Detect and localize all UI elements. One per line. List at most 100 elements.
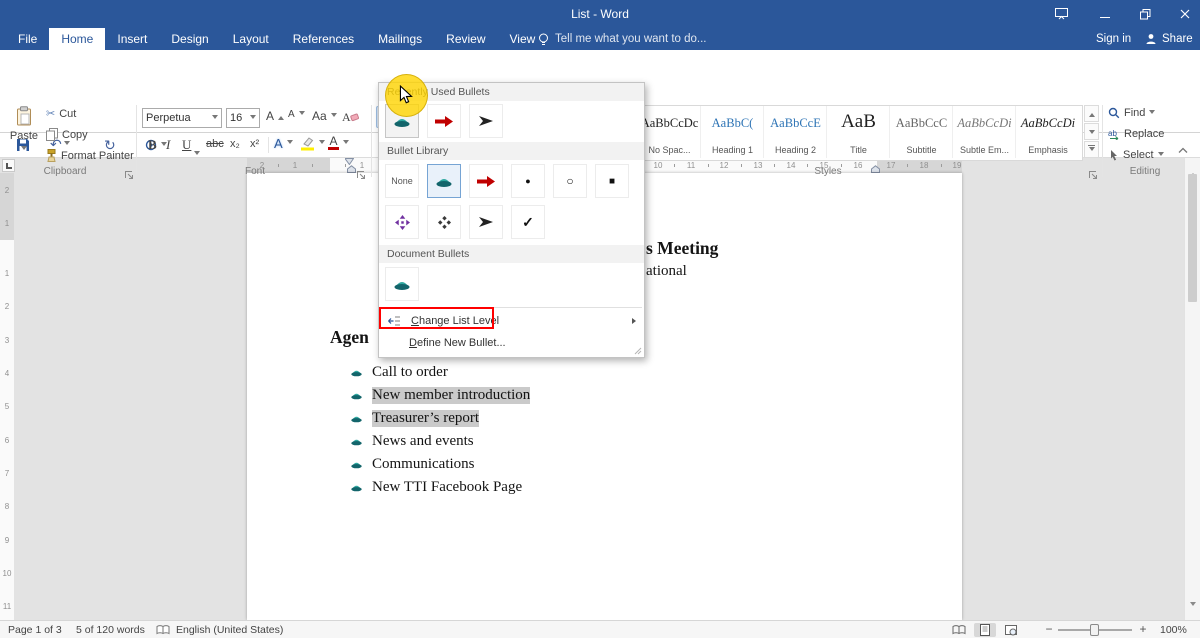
bullet-option-black-arrow[interactable] <box>469 205 503 239</box>
list-item-text[interactable]: Communications <box>372 456 475 473</box>
zoom-in-button[interactable]: + <box>1136 622 1150 638</box>
collapse-ribbon-button[interactable] <box>1178 141 1188 159</box>
sign-in-button[interactable]: Sign in <box>1096 28 1131 50</box>
style-title[interactable]: AaB Title <box>828 106 890 158</box>
menu-item-change-list-level[interactable]: Change List Level <box>379 310 644 331</box>
styles-dialog-launcher[interactable] <box>1088 167 1098 185</box>
style-no-spacing[interactable]: AaBbCcDc No Spac... <box>639 106 701 158</box>
list-item[interactable]: Communications <box>350 453 475 475</box>
grow-font-button[interactable]: A <box>266 109 284 123</box>
styles-more-button[interactable] <box>1084 141 1099 158</box>
vertical-ruler[interactable]: 2 1 1 2 3 4 5 6 7 8 9 10 11 <box>0 173 14 620</box>
format-painter-button[interactable]: Format Painter <box>46 149 134 162</box>
bullet-option-picture[interactable] <box>427 164 461 198</box>
first-line-indent-marker[interactable] <box>345 158 354 165</box>
list-item[interactable]: Call to order <box>350 361 448 383</box>
cut-button[interactable]: ✂ Cut <box>46 107 76 120</box>
superscript-button[interactable]: x² <box>250 138 259 150</box>
scrollbar-down-arrow[interactable] <box>1190 596 1196 614</box>
change-case-button[interactable]: Aa <box>312 109 337 123</box>
tell-me-box[interactable]: Tell me what you want to do... <box>538 28 707 50</box>
text-effects-button[interactable]: A <box>274 136 293 151</box>
menu-item-define-new-bullet[interactable]: Define New Bullet... <box>379 332 644 353</box>
font-dialog-launcher[interactable] <box>356 167 366 185</box>
vertical-scrollbar[interactable] <box>1184 158 1200 620</box>
bullet-option-picture-document[interactable] <box>385 267 419 301</box>
bold-button[interactable]: B <box>148 137 157 153</box>
styles-scroll-down-button[interactable] <box>1084 123 1099 140</box>
italic-button[interactable]: I <box>166 137 170 153</box>
styles-scroll-up-button[interactable] <box>1084 105 1099 122</box>
tab-home[interactable]: Home <box>49 28 105 50</box>
bullet-option-four-arrows[interactable] <box>385 205 419 239</box>
language-indicator[interactable]: English (United States) <box>176 624 283 636</box>
tab-layout[interactable]: Layout <box>221 28 281 50</box>
web-layout-button[interactable] <box>1000 623 1022 637</box>
list-item[interactable]: New TTI Facebook Page <box>350 476 522 498</box>
read-mode-button[interactable] <box>948 623 970 637</box>
strikethrough-button[interactable]: abc <box>206 138 224 150</box>
bullet-option-diamonds[interactable] <box>427 205 461 239</box>
tab-file[interactable]: File <box>6 28 49 50</box>
style-heading-1[interactable]: AaBbC( Heading 1 <box>702 106 764 158</box>
bullet-option-red-arrow[interactable] <box>469 164 503 198</box>
clipboard-dialog-launcher[interactable] <box>124 167 134 185</box>
font-family-combobox[interactable]: Perpetua <box>142 108 222 128</box>
bullet-option-filled-square[interactable]: ■ <box>595 164 629 198</box>
resize-gripper-icon[interactable] <box>634 347 642 355</box>
underline-dropdown-arrow[interactable] <box>194 145 200 163</box>
page-indicator[interactable]: Page 1 of 3 <box>8 624 62 636</box>
shrink-font-button[interactable]: A <box>288 109 305 120</box>
bullet-option-picture-recent[interactable] <box>385 104 419 138</box>
select-button[interactable]: Select <box>1108 149 1164 161</box>
zoom-percentage[interactable]: 100% <box>1160 624 1187 636</box>
bullet-option-checkmark[interactable]: ✓ <box>511 205 545 239</box>
paste-button[interactable]: Paste <box>8 106 40 164</box>
list-item-text-selected[interactable]: Treasurer’s report <box>372 410 479 427</box>
close-button[interactable] <box>1170 3 1200 25</box>
zoom-slider-thumb[interactable] <box>1090 624 1099 636</box>
restore-button[interactable] <box>1130 3 1160 25</box>
list-item-text-selected[interactable]: New member introduction <box>372 387 530 404</box>
style-heading-2[interactable]: AaBbCcE Heading 2 <box>765 106 827 158</box>
proofing-icon[interactable] <box>156 625 170 635</box>
list-item-text[interactable]: New TTI Facebook Page <box>372 479 522 496</box>
minimize-button[interactable] <box>1090 3 1120 25</box>
style-subtle-emphasis[interactable]: AaBbCcDi Subtle Em... <box>954 106 1016 158</box>
tab-design[interactable]: Design <box>159 28 220 50</box>
print-layout-button[interactable] <box>974 623 996 637</box>
bullet-option-none[interactable]: None <box>385 164 419 198</box>
font-size-combobox[interactable]: 16 <box>226 108 260 128</box>
replace-button[interactable]: ab Replace <box>1108 128 1164 140</box>
word-count[interactable]: 5 of 120 words <box>76 624 145 636</box>
style-emphasis[interactable]: AaBbCcDi Emphasis <box>1017 106 1079 158</box>
find-button[interactable]: Find <box>1108 107 1155 119</box>
bullet-option-red-arrow-recent[interactable] <box>427 104 461 138</box>
list-item[interactable]: News and events <box>350 430 474 452</box>
tab-review[interactable]: Review <box>434 28 497 50</box>
underline-button[interactable]: U <box>182 137 191 153</box>
clear-formatting-button[interactable]: A <box>342 109 359 123</box>
bullet-option-hollow-circle[interactable]: ○ <box>553 164 587 198</box>
list-item[interactable]: New member introduction <box>350 384 530 406</box>
ribbon-display-options-button[interactable] <box>1046 3 1076 25</box>
document-heading-fragment[interactable]: Agen <box>330 327 369 348</box>
hanging-indent-marker[interactable] <box>347 165 356 173</box>
tab-references[interactable]: References <box>281 28 366 50</box>
scrollbar-thumb[interactable] <box>1188 174 1197 302</box>
text-highlight-button[interactable] <box>300 136 325 151</box>
subscript-button[interactable]: x₂ <box>230 138 240 150</box>
copy-button[interactable]: Copy <box>46 128 88 141</box>
document-subtitle-fragment[interactable]: ational <box>646 263 687 280</box>
bullet-option-black-arrow-recent[interactable] <box>469 104 503 138</box>
list-item-text[interactable]: Call to order <box>372 364 448 381</box>
tab-mailings[interactable]: Mailings <box>366 28 434 50</box>
bullet-option-filled-dot[interactable]: ● <box>511 164 545 198</box>
list-item-text[interactable]: News and events <box>372 433 474 450</box>
document-title-fragment[interactable]: s Meeting <box>646 238 718 259</box>
style-subtitle[interactable]: AaBbCcC Subtitle <box>891 106 953 158</box>
share-button[interactable]: Share <box>1145 28 1193 50</box>
font-color-button[interactable]: A <box>328 136 349 150</box>
list-item[interactable]: Treasurer’s report <box>350 407 479 429</box>
zoom-out-button[interactable]: − <box>1042 622 1056 638</box>
